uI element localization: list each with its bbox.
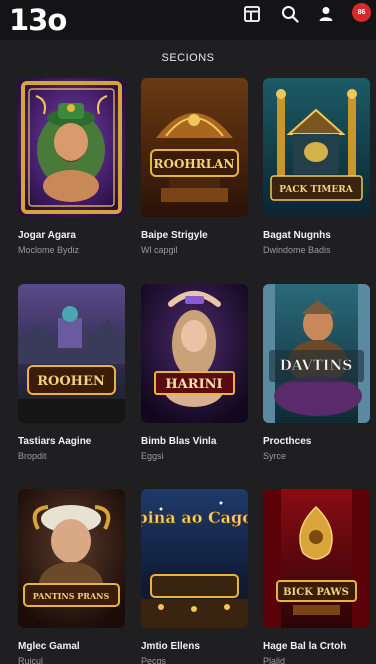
game-subtitle: Eggsi	[141, 451, 164, 461]
game-card[interactable]: ROOHRLAN Baipe Strigyle Wl capgil	[141, 78, 248, 255]
game-art-title: ROOHEN	[37, 374, 105, 389]
game-thumbnail[interactable]: DAVTINS	[263, 284, 370, 423]
game-art-title: PANTINS PRANS	[33, 591, 110, 601]
game-title[interactable]: Tastiars Aagine	[18, 436, 125, 447]
game-card[interactable]: DAVTINS Procthces Syrce	[263, 284, 370, 461]
game-art: PANTINS PRANS	[18, 489, 125, 628]
game-subtitle: Moclome Bydiz	[18, 245, 80, 255]
game-art: ROOHRLAN	[141, 78, 248, 217]
game-card[interactable]: HARINI Bimb Blas Vinla Eggsi	[141, 284, 248, 461]
notification-badge[interactable]: 86	[352, 3, 371, 22]
search-icon[interactable]	[278, 2, 302, 26]
game-title[interactable]: Jogar Agara	[18, 230, 125, 241]
game-card[interactable]: Spina ao Cagoe Jmtio Ellens Pecgs	[141, 489, 248, 664]
game-card[interactable]: ROOHEN Tastiars Aagine Bropdit	[18, 284, 125, 461]
game-card[interactable]: PANTINS PRANS Mglec Gamal Ruicul	[18, 489, 125, 664]
game-art: Spina ao Cagoe	[141, 489, 248, 628]
game-art: BICK PAWS	[263, 489, 370, 628]
user-icon-glyph	[319, 7, 333, 21]
game-thumbnail[interactable]: ROOHEN	[18, 284, 125, 423]
user-icon[interactable]	[314, 2, 338, 26]
game-art-title: BICK PAWS	[283, 587, 349, 598]
game-art: DAVTINS	[263, 284, 370, 423]
layout-icon[interactable]	[240, 2, 264, 26]
game-thumbnail[interactable]: HARINI	[141, 284, 248, 423]
game-subtitle: Bropdit	[18, 451, 47, 461]
game-title[interactable]: Procthces	[263, 436, 370, 447]
game-card[interactable]: Jogar Agara Moclome Bydiz	[18, 78, 125, 255]
game-art: HARINI	[141, 284, 248, 423]
game-title[interactable]: Hage Bal la Crtoh	[263, 641, 370, 652]
game-thumbnail[interactable]	[18, 78, 125, 217]
game-thumbnail[interactable]: BICK PAWS	[263, 489, 370, 628]
game-title[interactable]: Jmtio Ellens	[141, 641, 248, 652]
game-art: ROOHEN	[18, 284, 125, 423]
game-subtitle: Plalid	[263, 656, 286, 664]
game-art-title: HARINI	[165, 377, 222, 392]
game-art-title: Spina ao Cagoe	[141, 508, 248, 527]
game-thumbnail[interactable]: PANTINS PRANS	[18, 489, 125, 628]
top-bar: 13o 86	[0, 0, 376, 40]
game-title[interactable]: Bimb Blas Vinla	[141, 436, 248, 447]
game-subtitle: Syrce	[263, 451, 287, 461]
game-thumbnail[interactable]: Spina ao Cagoe	[141, 489, 248, 628]
game-subtitle: Pecgs	[141, 656, 167, 664]
game-art-title: PACK TIMERA	[279, 185, 353, 195]
app-logo[interactable]: 13o	[9, 4, 67, 36]
game-thumbnail[interactable]: PACK TIMERA	[263, 78, 370, 217]
layout-icon-glyph	[244, 6, 260, 22]
game-title[interactable]: Mglec Gamal	[18, 641, 125, 652]
game-card[interactable]: PACK TIMERA Bagat Nugnhs Dwindome Badis	[263, 78, 370, 255]
game-subtitle: Ruicul	[18, 656, 44, 664]
game-subtitle: Wl capgil	[141, 245, 178, 255]
section-title: SECIONS	[161, 52, 215, 64]
game-title[interactable]: Bagat Nugnhs	[263, 230, 370, 241]
game-art: PACK TIMERA	[263, 78, 370, 217]
game-thumbnail[interactable]: ROOHRLAN	[141, 78, 248, 217]
game-art	[18, 78, 125, 217]
game-art-title: DAVTINS	[280, 358, 353, 374]
game-art-title: ROOHRLAN	[154, 157, 235, 171]
game-title[interactable]: Baipe Strigyle	[141, 230, 248, 241]
search-icon-glyph	[282, 6, 299, 23]
game-card[interactable]: BICK PAWS Hage Bal la Crtoh Plalid	[263, 489, 370, 664]
game-subtitle: Dwindome Badis	[263, 245, 331, 255]
